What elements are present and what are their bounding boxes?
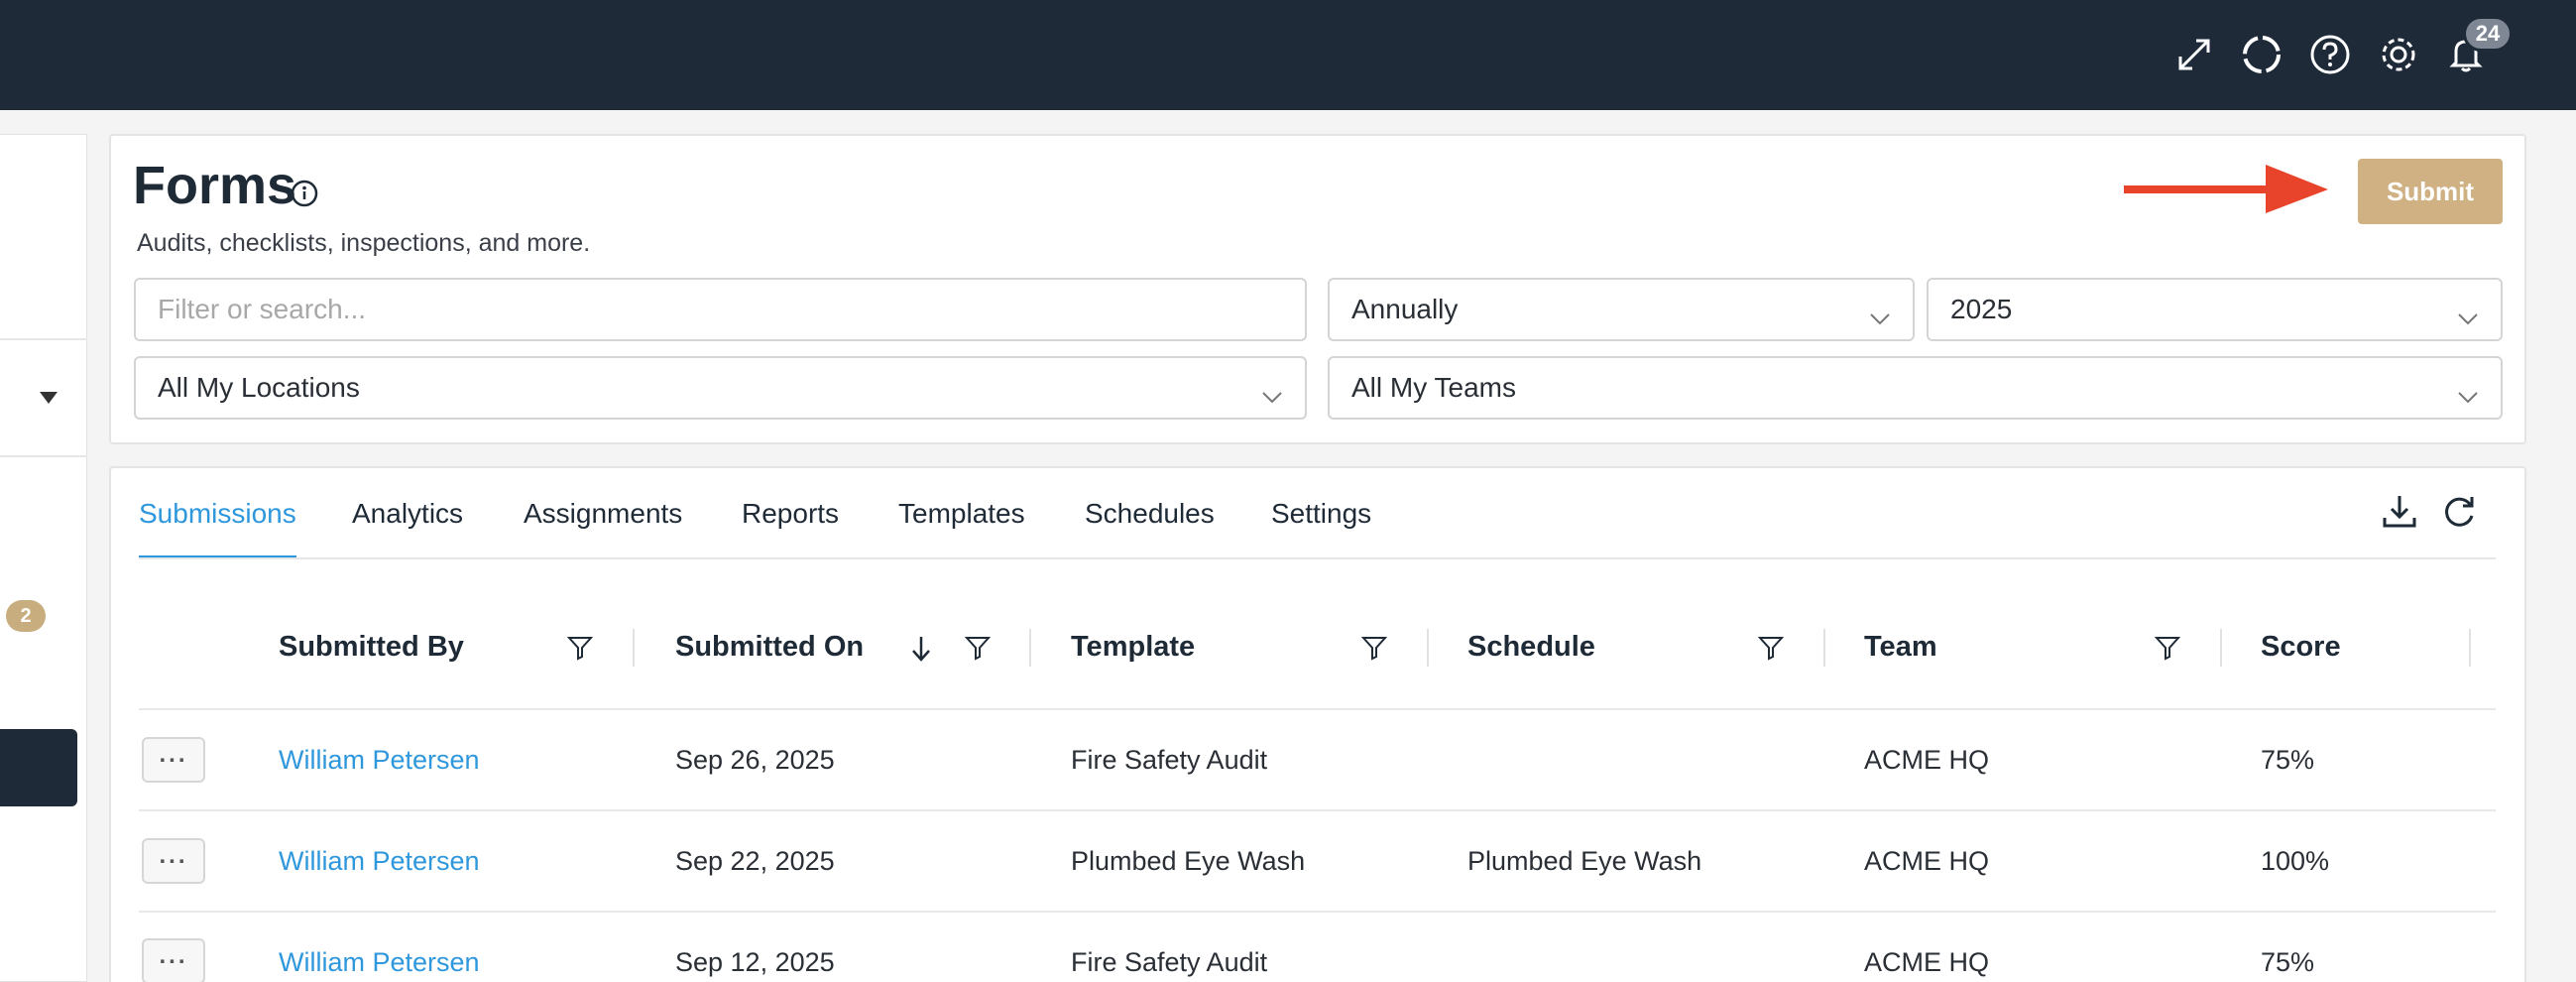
score-cell: 75% — [2261, 745, 2315, 775]
column-header-schedule[interactable]: Schedule — [1467, 631, 1595, 664]
submitted-by-link[interactable]: William Petersen — [279, 846, 480, 877]
year-select[interactable]: 2025 — [1927, 278, 2503, 341]
column-resize-handle[interactable] — [1427, 629, 1429, 667]
filter-icon[interactable] — [1360, 635, 1388, 666]
tab-submissions[interactable]: Submissions — [139, 494, 296, 559]
template-cell: Fire Safety Audit — [1071, 745, 1268, 775]
notification-badge: 24 — [2463, 16, 2513, 52]
sidebar: 2 — [0, 134, 87, 982]
submit-button[interactable]: Submit — [2358, 159, 2503, 224]
chevron-down-icon — [1869, 302, 1891, 333]
filter-icon[interactable] — [1757, 635, 1785, 666]
period-select-value: Annually — [1351, 294, 1459, 324]
column-header-team[interactable]: Team — [1864, 631, 1937, 664]
row-actions-button[interactable]: ... — [142, 838, 205, 884]
teams-select[interactable]: All My Teams — [1328, 356, 2503, 420]
table-row-divider — [139, 809, 2496, 811]
year-select-value: 2025 — [1950, 294, 2013, 324]
row-actions-button[interactable]: ... — [142, 938, 205, 982]
sort-desc-icon[interactable] — [909, 635, 933, 668]
submitted-by-link[interactable]: William Petersen — [279, 745, 480, 776]
tab-settings[interactable]: Settings — [1271, 494, 1371, 559]
chevron-down-icon — [2457, 302, 2479, 333]
arrow-annotation-icon — [2122, 161, 2330, 221]
spinner-icon[interactable] — [2239, 32, 2284, 77]
team-cell: ACME HQ — [1864, 745, 1990, 775]
submitted-on-cell: Sep 26, 2025 — [675, 745, 835, 775]
expand-icon[interactable] — [2171, 32, 2217, 77]
column-header-template[interactable]: Template — [1071, 631, 1195, 664]
table-header-divider — [139, 708, 2496, 710]
teams-select-value: All My Teams — [1351, 372, 1516, 403]
chevron-down-icon — [2457, 380, 2479, 412]
sidebar-divider — [0, 455, 87, 457]
table-row-divider — [139, 911, 2496, 913]
page-title: Forms — [133, 156, 297, 215]
row-actions-button[interactable]: ... — [142, 737, 205, 783]
period-select[interactable]: Annually — [1328, 278, 1915, 341]
caret-down-icon[interactable] — [40, 392, 58, 404]
tab-schedules[interactable]: Schedules — [1085, 494, 1215, 559]
tab-assignments[interactable]: Assignments — [524, 494, 682, 559]
gear-icon[interactable] — [2376, 32, 2421, 77]
column-header-submitted-on[interactable]: Submitted On — [675, 631, 864, 664]
chevron-down-icon — [1261, 380, 1283, 412]
team-cell: ACME HQ — [1864, 846, 1990, 876]
submitted-on-cell: Sep 22, 2025 — [675, 846, 835, 876]
tab-reports[interactable]: Reports — [742, 494, 839, 559]
column-resize-handle[interactable] — [2220, 629, 2222, 667]
column-resize-handle[interactable] — [2469, 629, 2471, 667]
score-cell: 75% — [2261, 947, 2315, 977]
filter-icon[interactable] — [964, 635, 992, 666]
search-input[interactable] — [158, 294, 1283, 325]
tabs-divider — [139, 557, 2496, 559]
column-header-submitted-by[interactable]: Submitted By — [279, 631, 464, 664]
search-input-wrapper — [134, 278, 1307, 341]
schedule-cell: Plumbed Eye Wash — [1467, 846, 1702, 876]
sidebar-divider — [0, 338, 87, 340]
top-navigation-bar: 24 — [0, 0, 2576, 110]
filter-icon[interactable] — [566, 635, 594, 666]
submitted-on-cell: Sep 12, 2025 — [675, 947, 835, 977]
tab-templates[interactable]: Templates — [898, 494, 1025, 559]
column-resize-handle[interactable] — [633, 629, 635, 667]
column-resize-handle[interactable] — [1823, 629, 1825, 667]
locations-select-value: All My Locations — [158, 372, 360, 403]
sidebar-item-active[interactable] — [0, 729, 77, 806]
filter-icon[interactable] — [2154, 635, 2181, 666]
sidebar-count-badge: 2 — [6, 600, 46, 632]
template-cell: Plumbed Eye Wash — [1071, 846, 1306, 876]
column-header-score[interactable]: Score — [2261, 631, 2341, 664]
download-icon[interactable] — [2381, 492, 2418, 537]
team-cell: ACME HQ — [1864, 947, 1990, 977]
refresh-icon[interactable] — [2439, 492, 2479, 537]
page-subtitle: Audits, checklists, inspections, and mor… — [137, 229, 591, 257]
submitted-by-link[interactable]: William Petersen — [279, 947, 480, 978]
template-cell: Fire Safety Audit — [1071, 947, 1268, 977]
column-resize-handle[interactable] — [1029, 629, 1031, 667]
help-icon[interactable] — [2307, 32, 2353, 77]
locations-select[interactable]: All My Locations — [134, 356, 1307, 420]
tab-analytics[interactable]: Analytics — [352, 494, 463, 559]
score-cell: 100% — [2261, 846, 2330, 876]
info-icon[interactable] — [290, 179, 319, 213]
